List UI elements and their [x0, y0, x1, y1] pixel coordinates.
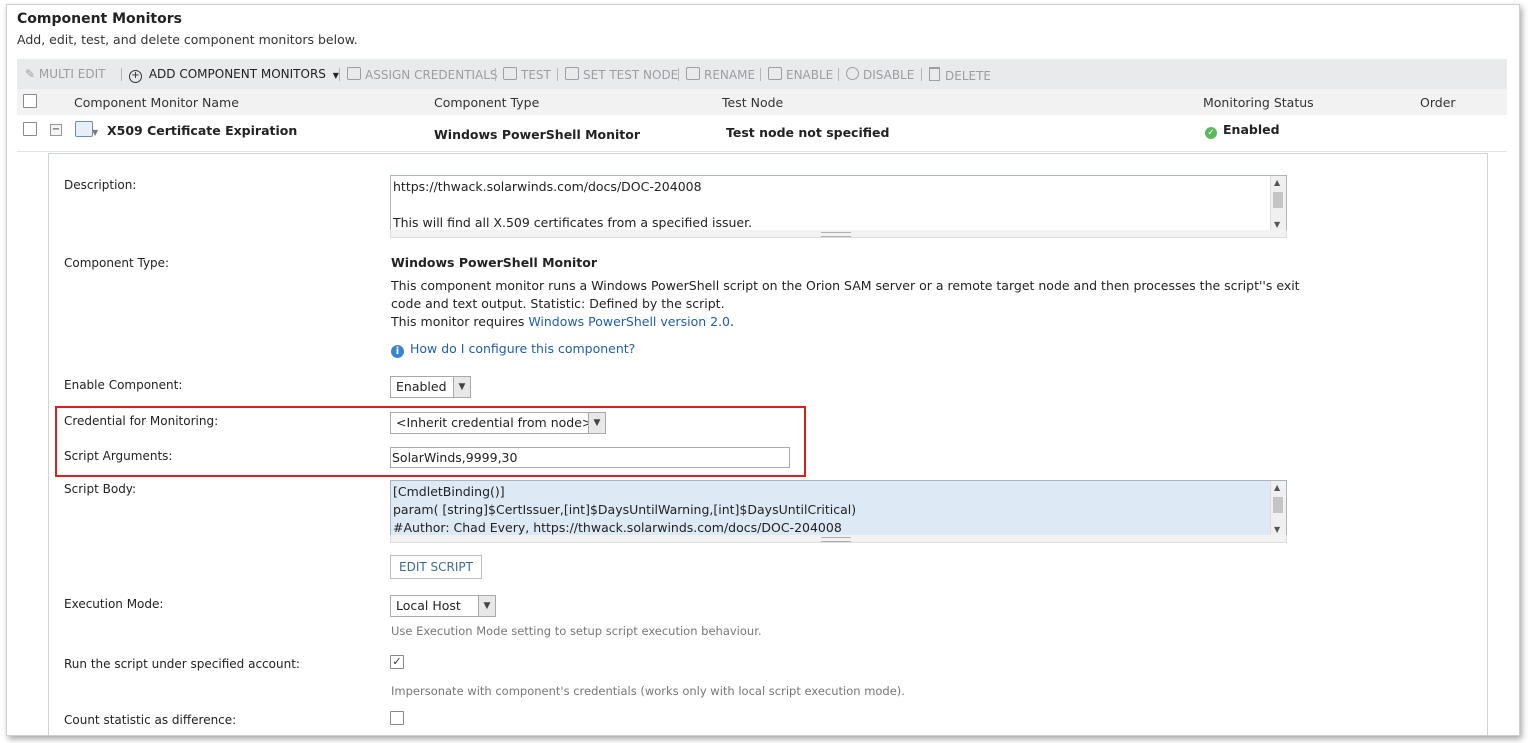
column-header-status: Monitoring Status	[1203, 95, 1314, 110]
disable-icon	[846, 67, 859, 80]
info-icon: i	[391, 345, 404, 358]
chevron-down-icon: ▼	[453, 377, 470, 397]
row-name[interactable]: X509 Certificate Expiration	[107, 123, 297, 138]
column-header-test-node: Test Node	[722, 95, 784, 110]
status-badge: ✓ Enabled	[1205, 122, 1280, 139]
how-configure-link[interactable]: i How do I configure this component?	[391, 341, 635, 358]
chevron-down-icon: ▼	[478, 596, 495, 616]
component-type-name: Windows PowerShell Monitor	[391, 255, 598, 270]
execution-mode-value: Local Host	[396, 598, 461, 613]
component-type-desc-2: code and text output. Statistic: Defined…	[391, 296, 725, 311]
script-body-resize-grip[interactable]	[390, 535, 1287, 543]
delete-label: DELETE	[945, 69, 992, 83]
powershell-monitor-icon	[75, 121, 93, 137]
script-body-label: Script Body:	[64, 482, 137, 496]
requires-suffix: .	[730, 314, 734, 329]
script-body-text: [CmdletBinding()] param( [string]$CertIs…	[393, 484, 857, 535]
execution-mode-hint: Use Execution Mode setting to setup scri…	[391, 624, 762, 638]
page-title: Component Monitors	[17, 11, 182, 27]
enable-icon	[768, 67, 782, 80]
count-difference-label: Count statistic as difference:	[64, 713, 237, 727]
status-text: Enabled	[1223, 122, 1280, 137]
delete-button[interactable]: DELETE	[929, 67, 991, 83]
credential-select[interactable]: <Inherit credential from node> ▼	[390, 412, 606, 434]
how-configure-text: How do I configure this component?	[410, 341, 636, 356]
chevron-down-icon: ▼	[332, 71, 339, 80]
assign-credentials-label: ASSIGN CREDENTIALS	[365, 68, 498, 82]
column-header-type: Component Type	[434, 95, 540, 110]
multi-edit-button[interactable]: ✎ MULTI EDIT	[25, 67, 105, 81]
description-text: https://thwack.solarwinds.com/docs/DOC-2…	[393, 179, 753, 230]
column-header-name: Component Monitor Name	[74, 95, 239, 110]
script-body-scrollbar[interactable]: ▲ ▼	[1270, 481, 1286, 535]
column-header-order: Order	[1420, 95, 1456, 110]
check-circle-icon: ✓	[1205, 127, 1217, 139]
description-label: Description:	[64, 178, 137, 192]
component-type-desc-3: This monitor requires Windows PowerShell…	[391, 314, 734, 329]
test-icon	[503, 67, 517, 80]
disable-label: DISABLE	[863, 68, 915, 82]
filter-icon: ▼	[92, 128, 99, 137]
enable-button[interactable]: ENABLE	[768, 67, 833, 82]
plus-circle-icon: +	[129, 70, 142, 83]
enable-component-select[interactable]: Enabled ▼	[390, 376, 471, 398]
rename-icon	[686, 67, 700, 80]
component-details-panel: Description: https://thwack.solarwinds.c…	[48, 153, 1488, 735]
requires-text: This monitor requires	[391, 314, 529, 329]
row-type: Windows PowerShell Monitor	[434, 127, 641, 142]
enable-component-label: Enable Component:	[64, 378, 183, 392]
test-button[interactable]: TEST	[503, 67, 551, 82]
script-arguments-label: Script Arguments:	[64, 449, 173, 463]
add-component-monitors-label: ADD COMPONENT MONITORS	[148, 67, 326, 81]
enable-label: ENABLE	[786, 68, 834, 82]
execution-mode-select[interactable]: Local Host ▼	[390, 595, 496, 617]
credentials-icon	[347, 67, 361, 80]
count-difference-checkbox[interactable]	[390, 711, 404, 725]
node-icon	[565, 67, 579, 80]
table-header: Component Monitor Name Component Type Te…	[17, 89, 1507, 115]
add-component-monitors-button[interactable]: + ADD COMPONENT MONITORS ▼	[129, 67, 339, 83]
run-as-label: Run the script under specified account:	[64, 657, 300, 671]
set-test-node-button[interactable]: SET TEST NODE	[565, 67, 678, 82]
table-row[interactable]: − ▼ X509 Certificate Expiration Windows …	[17, 115, 1507, 152]
run-as-hint: Impersonate with component's credentials…	[391, 684, 905, 698]
script-arguments-value: SolarWinds,9999,30	[392, 450, 518, 465]
trash-icon	[929, 67, 940, 81]
component-monitors-page: Component Monitors Add, edit, test, and …	[6, 4, 1520, 736]
component-type-desc-1: This component monitor runs a Windows Po…	[391, 278, 1300, 293]
disable-button[interactable]: DISABLE	[846, 67, 914, 82]
row-checkbox[interactable]	[23, 122, 37, 136]
description-textarea[interactable]: https://thwack.solarwinds.com/docs/DOC-2…	[390, 175, 1287, 231]
powershell-version-link[interactable]: Windows PowerShell version 2.0	[528, 314, 730, 329]
select-all-checkbox[interactable]	[23, 94, 37, 108]
rename-button[interactable]: RENAME	[686, 67, 755, 82]
execution-mode-label: Execution Mode:	[64, 597, 164, 611]
edit-script-button[interactable]: EDIT SCRIPT	[390, 555, 482, 579]
pencil-icon: ✎	[25, 67, 36, 81]
chevron-down-icon: ▼	[588, 413, 605, 433]
page-subtitle: Add, edit, test, and delete component mo…	[17, 32, 358, 47]
set-test-node-label: SET TEST NODE	[583, 68, 679, 82]
enable-component-value: Enabled	[396, 379, 447, 394]
script-arguments-input[interactable]: SolarWinds,9999,30	[390, 447, 790, 468]
credential-label: Credential for Monitoring:	[64, 414, 219, 428]
description-scrollbar[interactable]: ▲ ▼	[1270, 176, 1286, 230]
component-type-label: Component Type:	[64, 256, 170, 270]
description-resize-grip[interactable]	[390, 230, 1287, 238]
credential-value: <Inherit credential from node>	[396, 415, 593, 430]
row-test-node: Test node not specified	[726, 125, 890, 140]
rename-label: RENAME	[704, 68, 756, 82]
test-label: TEST	[521, 68, 551, 82]
collapse-icon[interactable]: −	[50, 124, 62, 136]
toolbar: ✎ MULTI EDIT + ADD COMPONENT MONITORS ▼ …	[17, 59, 1507, 89]
multi-edit-label: MULTI EDIT	[38, 67, 106, 81]
script-body-textarea[interactable]: [CmdletBinding()] param( [string]$CertIs…	[390, 480, 1287, 536]
assign-credentials-button[interactable]: ASSIGN CREDENTIALS	[347, 67, 498, 82]
run-as-checkbox[interactable]: ✓	[390, 655, 404, 669]
